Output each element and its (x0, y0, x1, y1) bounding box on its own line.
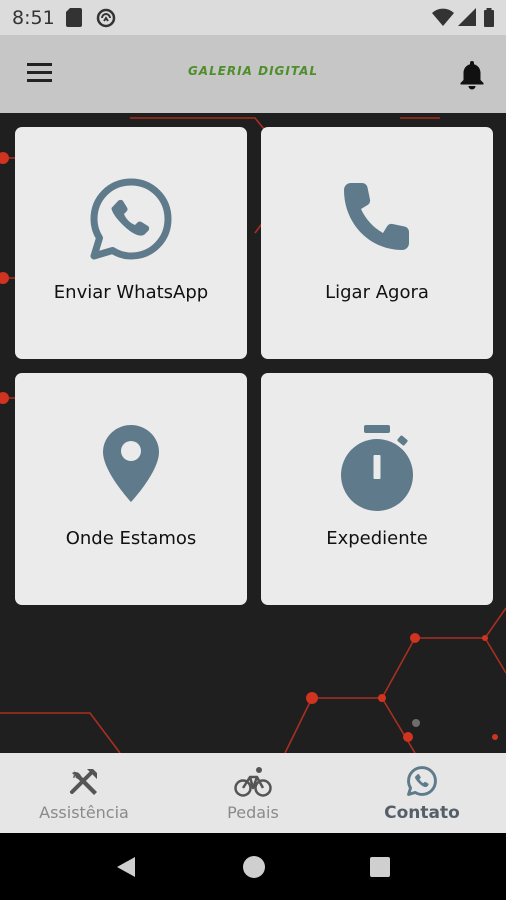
nav-label: Pedais (227, 803, 279, 822)
whatsapp-card[interactable]: Enviar WhatsApp (15, 127, 247, 359)
home-icon[interactable] (242, 855, 266, 879)
bottom-navigation: Assistência Pedais Contato (0, 753, 506, 833)
battery-icon (484, 8, 494, 32)
nav-label: Contato (384, 803, 460, 823)
wifi-icon (432, 8, 454, 31)
hours-card[interactable]: Expediente (261, 373, 493, 605)
system-navigation-bar (0, 833, 506, 900)
app-bar: GALERIA DIGITAL (0, 35, 506, 113)
signal-icon (458, 8, 476, 31)
nav-item-contato[interactable]: Contato (338, 753, 506, 833)
card-label: Onde Estamos (65, 528, 197, 549)
menu-icon (27, 63, 52, 66)
notification-button[interactable] (455, 57, 489, 91)
stopwatch-icon (261, 423, 493, 513)
nav-label: Assistência (39, 803, 129, 822)
app-logo: GALERIA DIGITAL (187, 64, 319, 78)
bell-icon (460, 61, 484, 90)
whatsapp-icon (338, 765, 506, 799)
status-bar: 8:51 (0, 0, 506, 35)
card-label: Expediente (326, 528, 428, 549)
bicycle-icon (169, 765, 337, 799)
tools-icon (0, 765, 168, 799)
menu-button[interactable] (18, 55, 54, 91)
sd-card-icon (66, 8, 82, 32)
phone-icon (261, 175, 493, 265)
card-label: Ligar Agora (325, 282, 429, 303)
vpn-icon (96, 8, 116, 33)
card-label: Enviar WhatsApp (53, 282, 209, 303)
status-time: 8:51 (12, 7, 55, 29)
nav-item-pedais[interactable]: Pedais (169, 753, 337, 833)
location-card[interactable]: Onde Estamos (15, 373, 247, 605)
back-icon[interactable] (115, 855, 137, 879)
location-pin-icon (15, 421, 247, 511)
whatsapp-icon (15, 175, 247, 265)
recents-icon[interactable] (369, 856, 391, 878)
nav-item-assistencia[interactable]: Assistência (0, 753, 168, 833)
call-card[interactable]: Ligar Agora (261, 127, 493, 359)
